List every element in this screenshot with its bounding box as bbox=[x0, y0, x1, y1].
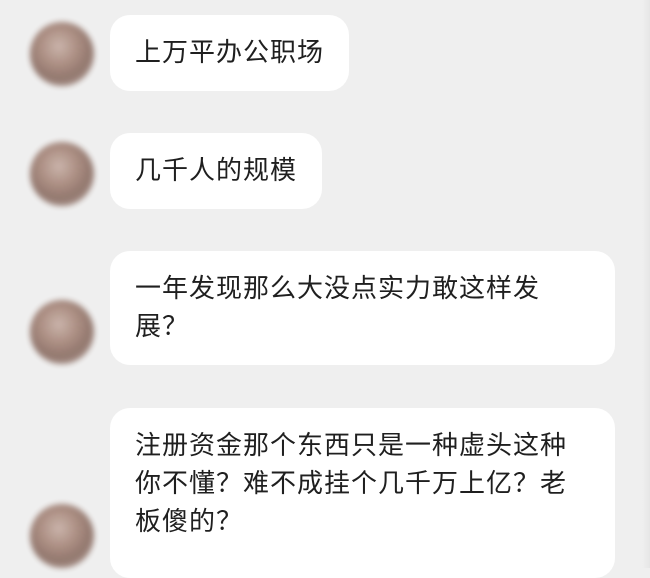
message-text: 上万平办公职场 bbox=[135, 38, 325, 68]
message-text: 几千人的规模 bbox=[135, 156, 298, 186]
message-bubble: 一年发现那么大没点实力敢这样发展？ bbox=[110, 251, 615, 365]
message-bubble: 几千人的规模 bbox=[110, 133, 323, 209]
message-bubble: 注册资金那个东西只是一种虚头这种你不懂？难不成挂个几千万上亿？老板傻的？ bbox=[110, 408, 615, 578]
avatar[interactable] bbox=[30, 504, 94, 568]
message-text: 注册资金那个东西只是一种虚头这种你不懂？难不成挂个几千万上亿？老板傻的？ bbox=[135, 431, 568, 537]
avatar[interactable] bbox=[30, 22, 94, 86]
avatar[interactable] bbox=[30, 142, 94, 206]
edge-shadow bbox=[642, 0, 650, 568]
message-bubble: 上万平办公职场 bbox=[110, 15, 350, 91]
avatar[interactable] bbox=[30, 300, 94, 364]
message-text: 一年发现那么大没点实力敢这样发展？ bbox=[135, 274, 541, 342]
chat-conversation: 上万平办公职场 几千人的规模 一年发现那么大没点实力敢这样发展？ 注册资金那个东… bbox=[0, 0, 650, 578]
